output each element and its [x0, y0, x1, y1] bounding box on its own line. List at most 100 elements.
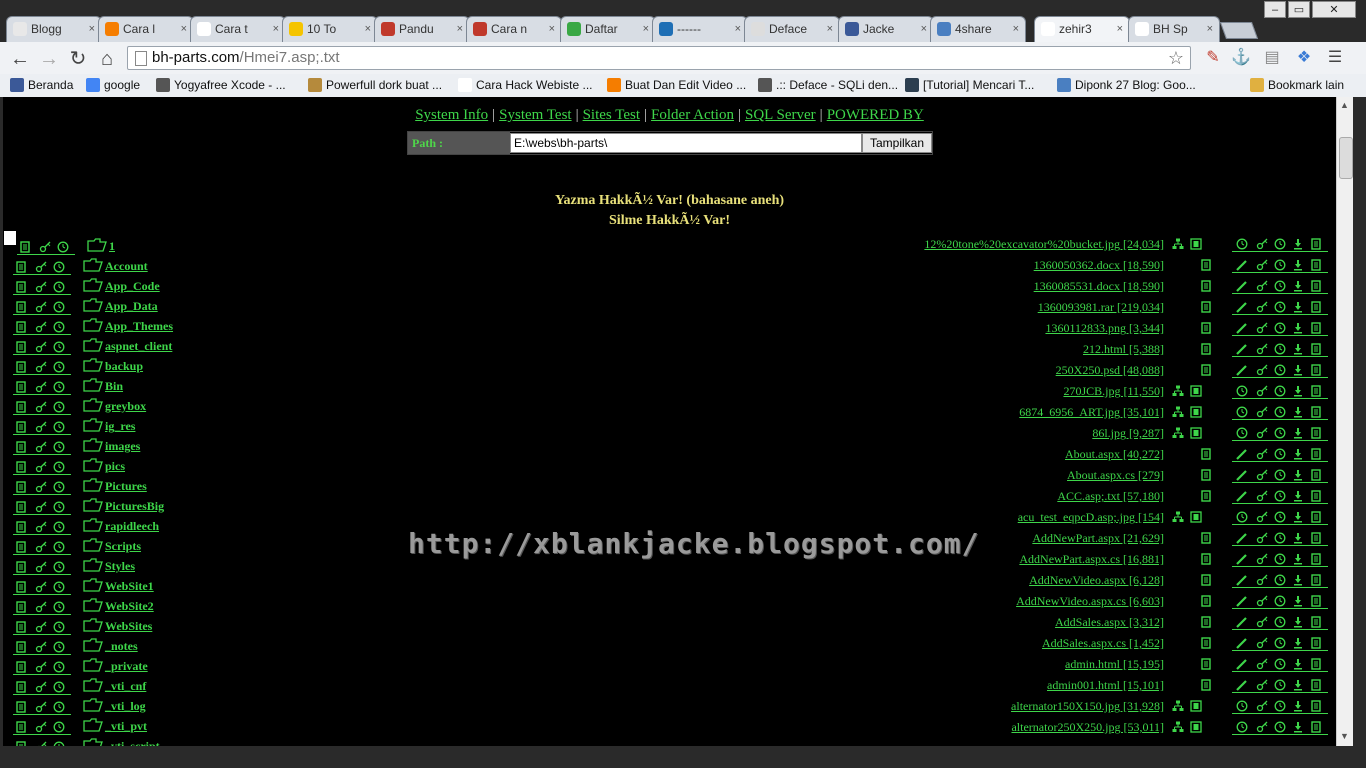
file-link[interactable]: 1360112833.png [3,344] [1045, 321, 1164, 336]
file-link[interactable]: admin.html [15,195] [1065, 657, 1164, 672]
file-edit-icon[interactable] [1236, 279, 1248, 292]
file-tree-icon[interactable] [1172, 510, 1184, 522]
reload-icon[interactable]: ↻ [67, 48, 89, 70]
folder-rename-icon[interactable] [35, 560, 47, 573]
folder-time-icon[interactable] [53, 420, 65, 433]
folder-link[interactable]: WebSites [105, 619, 152, 634]
folder-link[interactable]: Account [105, 259, 148, 274]
bookmark-item[interactable]: .:: Deface - SQLi den... [758, 78, 898, 93]
folder-rename-icon[interactable] [35, 700, 47, 713]
file-download-icon[interactable] [1292, 405, 1304, 418]
folder-list-icon[interactable] [15, 400, 27, 413]
menu-link-system-info[interactable]: System Info [415, 107, 488, 123]
file-edit-icon[interactable] [1236, 573, 1248, 586]
file-touch-icon[interactable] [1274, 489, 1286, 502]
file-touch-icon[interactable] [1274, 258, 1286, 271]
folder-time-icon[interactable] [53, 280, 65, 293]
folder-time-icon[interactable] [53, 340, 65, 353]
folder-list-icon[interactable] [15, 700, 27, 713]
folder-link[interactable]: ig_res [105, 419, 135, 434]
file-touch-icon[interactable] [1274, 552, 1286, 565]
folder-time-icon[interactable] [53, 440, 65, 453]
file-download-icon[interactable] [1292, 426, 1304, 439]
folder-link[interactable]: WebSite1 [105, 579, 154, 594]
folder-link[interactable]: _vti_cnf [105, 679, 146, 694]
tab-close-icon[interactable]: × [735, 17, 741, 41]
folder-rename-icon[interactable] [35, 280, 47, 293]
folder-link[interactable]: _vti_log [105, 699, 146, 714]
folder-rename-icon[interactable] [35, 380, 47, 393]
file-copy-icon[interactable] [1310, 720, 1322, 733]
file-time-icon[interactable] [1236, 510, 1248, 523]
file-copy-icon[interactable] [1310, 300, 1322, 313]
file-link[interactable]: AddSales.aspx [3,312] [1055, 615, 1164, 630]
folder-rename-icon[interactable] [39, 240, 51, 253]
file-download-icon[interactable] [1292, 300, 1304, 313]
file-view-icon[interactable] [1200, 531, 1212, 544]
file-view-icon[interactable] [1200, 447, 1212, 460]
folder-list-icon[interactable] [15, 680, 27, 693]
file-rename-icon[interactable] [1256, 447, 1268, 460]
file-link[interactable]: About.aspx.cs [279] [1067, 468, 1164, 483]
folder-rename-icon[interactable] [35, 440, 47, 453]
file-touch-icon[interactable] [1274, 636, 1286, 649]
file-view-icon[interactable] [1200, 636, 1212, 649]
folder-time-icon[interactable] [53, 260, 65, 273]
file-rename-icon[interactable] [1256, 594, 1268, 607]
file-copy-icon[interactable] [1310, 657, 1322, 670]
folder-list-icon[interactable] [15, 540, 27, 553]
file-download-icon[interactable] [1292, 573, 1304, 586]
folder-time-icon[interactable] [53, 560, 65, 573]
file-touch-icon[interactable] [1274, 342, 1286, 355]
file-touch-icon[interactable] [1274, 573, 1286, 586]
tab-9[interactable]: Jacke × [838, 16, 934, 42]
file-tree-icon[interactable] [1172, 237, 1184, 249]
file-rename-icon[interactable] [1256, 489, 1268, 502]
folder-rename-icon[interactable] [35, 620, 47, 633]
file-film-icon[interactable] [1190, 720, 1202, 733]
puzzle-extension-icon[interactable]: ❖ [1294, 48, 1314, 68]
file-rename-icon[interactable] [1256, 468, 1268, 481]
file-rename-icon[interactable] [1256, 699, 1268, 712]
file-view-icon[interactable] [1200, 615, 1212, 628]
folder-time-icon[interactable] [53, 380, 65, 393]
file-download-icon[interactable] [1292, 510, 1304, 523]
forward-arrow-icon[interactable]: → [38, 48, 60, 70]
tab-0[interactable]: Blogg × [6, 16, 102, 42]
folder-list-icon[interactable] [15, 440, 27, 453]
file-download-icon[interactable] [1292, 552, 1304, 565]
folder-time-icon[interactable] [53, 620, 65, 633]
signal-extension-icon[interactable]: ▤ [1262, 48, 1282, 68]
file-copy-icon[interactable] [1310, 384, 1322, 397]
tab-2[interactable]: Cara t × [190, 16, 286, 42]
bookmark-item[interactable]: Diponk 27 Blog: Goo... [1057, 78, 1196, 93]
folder-link[interactable]: backup [105, 359, 143, 374]
file-download-icon[interactable] [1292, 321, 1304, 334]
folder-list-icon[interactable] [15, 520, 27, 533]
file-link[interactable]: alternator150X150.jpg [31,928] [1011, 699, 1164, 714]
file-film-icon[interactable] [1190, 426, 1202, 439]
file-rename-icon[interactable] [1256, 237, 1268, 250]
folder-link[interactable]: App_Themes [105, 319, 173, 334]
folder-link[interactable]: aspnet_client [105, 339, 172, 354]
folder-list-icon[interactable] [15, 480, 27, 493]
file-copy-icon[interactable] [1310, 552, 1322, 565]
file-touch-icon[interactable] [1274, 363, 1286, 376]
file-copy-icon[interactable] [1310, 321, 1322, 334]
folder-rename-icon[interactable] [35, 600, 47, 613]
file-touch-icon[interactable] [1274, 426, 1286, 439]
file-touch-icon[interactable] [1274, 531, 1286, 544]
bookmark-item[interactable]: google [86, 78, 140, 93]
file-film-icon[interactable] [1190, 699, 1202, 712]
menu-link-sites-test[interactable]: Sites Test [583, 107, 640, 123]
file-rename-icon[interactable] [1256, 384, 1268, 397]
file-time-icon[interactable] [1236, 426, 1248, 439]
file-copy-icon[interactable] [1310, 237, 1322, 250]
folder-list-icon[interactable] [15, 720, 27, 733]
tab-12[interactable]: BH Sp × [1128, 16, 1220, 42]
folder-link[interactable]: Bin [105, 379, 123, 394]
tab-close-icon[interactable]: × [1013, 17, 1019, 41]
bookmark-item[interactable]: Buat Dan Edit Video ... [607, 78, 746, 93]
folder-list-icon[interactable] [15, 360, 27, 373]
tab-11[interactable]: zehir3 × [1034, 16, 1130, 42]
